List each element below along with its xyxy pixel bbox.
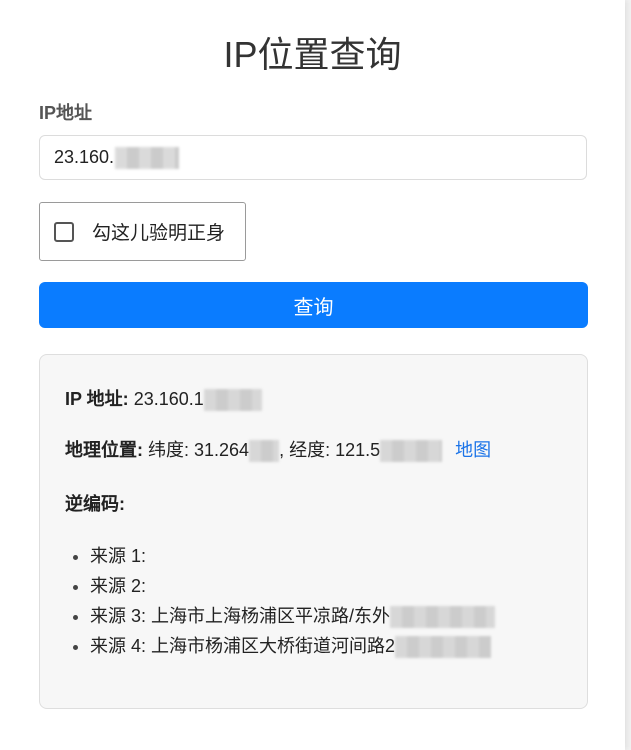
ip-input[interactable]: 23.160.	[39, 135, 587, 180]
sources-list: 来源 1: 来源 2: 来源 3: 上海市上海杨浦区平凉路/东外 来源 4: 上…	[65, 541, 496, 661]
list-item: 来源 1:	[90, 541, 495, 571]
human-verify-widget[interactable]: 勾这儿验明正身	[39, 202, 246, 261]
result-lat: 纬度: 31.264	[148, 440, 250, 460]
page-title: IP位置查询	[223, 34, 402, 75]
redacted-blur	[395, 636, 492, 659]
result-lng: , 经度: 121.5	[279, 440, 381, 460]
query-button[interactable]: 查询	[39, 282, 588, 328]
redacted-blur	[115, 146, 180, 169]
redacted-blur	[249, 440, 280, 463]
reverse-geocode-label: 逆编码:	[65, 494, 125, 514]
map-link[interactable]: 地图	[455, 440, 491, 460]
result-ip-value: 23.160.1	[133, 389, 204, 409]
ip-field-label: IP地址	[39, 103, 93, 123]
list-item: 来源 4: 上海市杨浦区大桥街道河间路2	[90, 631, 495, 661]
main-card: IP位置查询 IP地址 23.160. 勾这儿验明正身 查询 IP 地址: 23…	[0, 0, 625, 750]
redacted-blur	[390, 606, 496, 629]
result-ip-label: IP 地址:	[65, 389, 129, 409]
redacted-blur	[203, 389, 262, 412]
result-geo-row: 地理位置: 纬度: 31.264 , 经度: 121.5 地图	[65, 436, 491, 463]
result-panel: IP 地址: 23.160.1 地理位置: 纬度: 31.264 , 经度: 12…	[39, 354, 588, 709]
result-ip-row: IP 地址: 23.160.1	[65, 385, 262, 412]
ip-input-value: 23.160.	[54, 147, 115, 167]
verify-label: 勾这儿验明正身	[92, 223, 226, 244]
list-item: 来源 3: 上海市上海杨浦区平凉路/东外	[90, 601, 496, 631]
redacted-blur	[380, 440, 443, 463]
list-item: 来源 2:	[90, 571, 495, 601]
verify-checkbox[interactable]	[54, 221, 74, 242]
result-geo-label: 地理位置:	[65, 440, 143, 460]
